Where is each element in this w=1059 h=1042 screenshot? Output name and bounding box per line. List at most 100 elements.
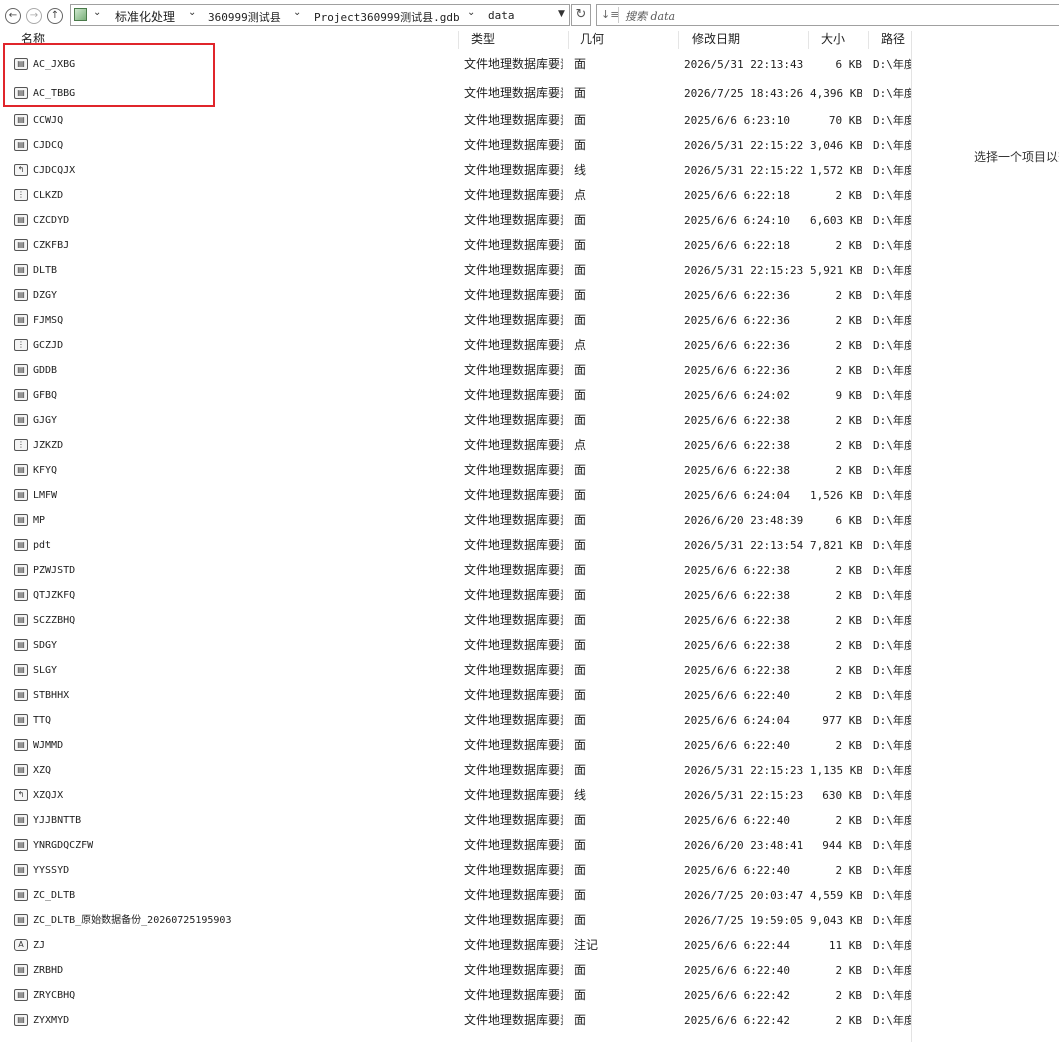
file-geometry: 面 (574, 288, 587, 302)
file-geometry: 面 (574, 513, 587, 527)
file-path: D:\年度 (873, 139, 911, 152)
file-modified-date: 2025/6/6 6:22:36 (684, 289, 790, 302)
forward-button[interactable]: → (26, 8, 42, 24)
file-name: WJMMD (33, 740, 64, 751)
file-type: 文件地理数据库要素类 (464, 863, 563, 877)
file-name: GFBQ (33, 390, 58, 401)
column-divider[interactable] (808, 31, 809, 49)
table-row[interactable]: ▤ QTJZKFQ 文件地理数据库要素类面 2025/6/6 6:22:38 2 KB D… (0, 583, 911, 608)
polygon-layer-icon: ▤ (14, 87, 28, 99)
file-type: 文件地理数据库要素类 (464, 638, 563, 652)
table-row[interactable]: ▤ ZRBHD 文件地理数据库要素类面 2025/6/6 6:22:40 2 KB D:\… (0, 958, 911, 983)
column-header-type[interactable]: 类型 (471, 31, 495, 49)
file-size: 9 KB (835, 389, 863, 402)
table-row[interactable]: ▤ CZCDYD 文件地理数据库要素类面 2025/6/6 6:24:10 6,603 … (0, 208, 911, 233)
table-row[interactable]: ▤ ZRYCBHQ 文件地理数据库要素类面 2025/6/6 6:22:42 2 KB D… (0, 983, 911, 1008)
file-name: GCZJD (33, 340, 64, 351)
file-geometry: 面 (574, 638, 587, 652)
breadcrumb-item[interactable]: data (488, 9, 515, 22)
up-button[interactable]: ↑ (47, 8, 63, 24)
file-name: AC_JXBG (33, 59, 76, 70)
address-bar[interactable]: ⌄ 标准化处理 ⌄ 360999测试县 ⌄ Project360999测试县.g… (70, 4, 570, 26)
chevron-down-icon[interactable]: ⌄ (188, 7, 196, 18)
table-row[interactable]: ▤ PZWJSTD 文件地理数据库要素类面 2025/6/6 6:22:38 2 KB D… (0, 558, 911, 583)
back-arrow-icon: ← (8, 10, 18, 21)
table-row[interactable]: ⋮ JZKZD 文件地理数据库要素类点 2025/6/6 6:22:38 2 KB D:\… (0, 433, 911, 458)
table-row[interactable]: ▤ CZKFBJ 文件地理数据库要素类面 2025/6/6 6:22:18 2 KB D:… (0, 233, 911, 258)
column-header-size[interactable]: 大小 (821, 31, 845, 49)
table-row[interactable]: ▤ DLTB 文件地理数据库要素类面 2026/5/31 22:15:23 5,921 … (0, 258, 911, 283)
chevron-down-icon[interactable]: ⌄ (93, 7, 101, 18)
breadcrumb-item[interactable]: Project360999测试县.gdb (314, 9, 460, 25)
column-divider[interactable] (458, 31, 459, 49)
file-geometry: 面 (574, 1013, 587, 1027)
table-row[interactable]: ↰ XZQJX 文件地理数据库要素类线 2026/5/31 22:15:23 630 K… (0, 783, 911, 808)
table-row[interactable]: ▤ CCWJQ 文件地理数据库要素类面 2025/6/6 6:23:10 70 KB D:… (0, 108, 911, 133)
file-type: 文件地理数据库要素类 (464, 413, 563, 427)
refresh-button[interactable]: ↻ (571, 4, 591, 26)
column-header-date[interactable]: 修改日期 (692, 31, 740, 49)
table-row[interactable]: ▤ WJMMD 文件地理数据库要素类面 2025/6/6 6:22:40 2 KB D:\… (0, 733, 911, 758)
file-path: D:\年度 (873, 939, 911, 952)
table-row[interactable]: ▤ GFBQ 文件地理数据库要素类面 2025/6/6 6:24:02 9 KB D:\年… (0, 383, 911, 408)
file-size: 6 KB (835, 58, 863, 71)
column-header-name[interactable]: 名称 (21, 31, 45, 49)
column-divider[interactable] (678, 31, 679, 49)
table-row[interactable]: ▤ KFYQ 文件地理数据库要素类面 2025/6/6 6:22:38 2 KB D:\年… (0, 458, 911, 483)
table-row[interactable]: ▤ MP 文件地理数据库要素类面 2026/6/20 23:48:39 6 KB D:\年… (0, 508, 911, 533)
table-row[interactable]: ▤ AC_JXBG 文件地理数据库要素类面 2026/5/31 22:13:43 6 K… (0, 52, 911, 77)
back-button[interactable]: ← (5, 8, 21, 24)
file-type: 文件地理数据库要素类 (464, 788, 563, 802)
table-row[interactable]: ▤ SDGY 文件地理数据库要素类面 2025/6/6 6:22:38 2 KB D:\年… (0, 633, 911, 658)
table-row[interactable]: ▤ GDDB 文件地理数据库要素类面 2025/6/6 6:22:36 2 KB D:\年… (0, 358, 911, 383)
search-input[interactable]: 搜索 data (625, 8, 675, 24)
file-type: 文件地理数据库要素类 (464, 888, 563, 902)
column-divider[interactable] (868, 31, 869, 49)
chevron-down-icon[interactable]: ⌄ (293, 7, 301, 18)
table-row[interactable]: ▤ YNRGDQCZFW 文件地理数据库要素类面 2026/6/20 23:48:41… (0, 833, 911, 858)
polygon-layer-icon: ▤ (14, 589, 28, 601)
file-path: D:\年度 (873, 664, 911, 677)
file-size: 2 KB (835, 239, 863, 252)
table-row[interactable]: ▤ CJDCQ 文件地理数据库要素类面 2026/5/31 22:15:22 3,046… (0, 133, 911, 158)
dropdown-arrow-icon[interactable]: ▼ (558, 9, 565, 19)
table-row[interactable]: ▤ SCZZBHQ 文件地理数据库要素类面 2025/6/6 6:22:38 2 KB D… (0, 608, 911, 633)
file-modified-date: 2025/6/6 6:22:40 (684, 864, 790, 877)
table-row[interactable]: ▤ AC_TBBG 文件地理数据库要素类面 2026/7/25 18:43:26 4,3… (0, 81, 911, 106)
file-name: ZJ (33, 940, 46, 951)
breadcrumb-item[interactable]: 360999测试县 (208, 9, 281, 25)
table-row[interactable]: ▤ TTQ 文件地理数据库要素类面 2025/6/6 6:24:04 977 KB D:\… (0, 708, 911, 733)
table-row[interactable]: ▤ GJGY 文件地理数据库要素类面 2025/6/6 6:22:38 2 KB D:\年… (0, 408, 911, 433)
table-row[interactable]: ▤ YJJBNTTB 文件地理数据库要素类面 2025/6/6 6:22:40 2 KB… (0, 808, 911, 833)
search-box[interactable]: ↓≡ 搜索 data (596, 4, 1059, 26)
table-row[interactable]: ▤ DZGY 文件地理数据库要素类面 2025/6/6 6:22:36 2 KB D:\年… (0, 283, 911, 308)
table-row[interactable]: ▤ YYSSYD 文件地理数据库要素类面 2025/6/6 6:22:40 2 KB D:… (0, 858, 911, 883)
file-modified-date: 2026/5/31 22:15:23 (684, 764, 804, 777)
chevron-down-icon[interactable]: ⌄ (467, 7, 475, 18)
file-modified-date: 2025/6/6 6:24:10 (684, 214, 790, 227)
column-header-geometry[interactable]: 几何 (580, 31, 604, 49)
table-row[interactable]: ▤ ZC_DLTB_原始数据备份_20260725195903 文件地理数据库要素类… (0, 908, 911, 933)
up-arrow-icon: ↑ (50, 10, 60, 21)
table-row[interactable]: ▤ ZC_DLTB 文件地理数据库要素类面 2026/7/25 20:03:47 4,5… (0, 883, 911, 908)
table-row[interactable]: ⋮ CLKZD 文件地理数据库要素类点 2025/6/6 6:22:18 2 KB D:\… (0, 183, 911, 208)
table-row[interactable]: ▤ XZQ 文件地理数据库要素类面 2026/5/31 22:15:23 1,135 K… (0, 758, 911, 783)
breadcrumb-item[interactable]: 标准化处理 (115, 8, 175, 25)
column-header-path[interactable]: 路径 (881, 31, 905, 49)
file-name: pdt (33, 540, 52, 551)
column-divider[interactable] (568, 31, 569, 49)
table-row[interactable]: ▤ ZYXMYD 文件地理数据库要素类面 2025/6/6 6:22:42 2 KB D:… (0, 1008, 911, 1033)
polygon-layer-icon: ▤ (14, 239, 28, 251)
table-row[interactable]: ▤ FJMSQ 文件地理数据库要素类面 2025/6/6 6:22:36 2 KB D:\… (0, 308, 911, 333)
table-row[interactable]: ▤ STBHHX 文件地理数据库要素类面 2025/6/6 6:22:40 2 KB D:… (0, 683, 911, 708)
table-row[interactable]: ▤ LMFW 文件地理数据库要素类面 2025/6/6 6:24:04 1,526 KB… (0, 483, 911, 508)
file-name: AC_TBBG (33, 88, 76, 99)
table-row[interactable]: ↰ CJDCQJX 文件地理数据库要素类线 2026/5/31 22:15:22 1,5… (0, 158, 911, 183)
sort-icon[interactable]: ↓≡ (601, 8, 619, 21)
table-row[interactable]: ▤ pdt 文件地理数据库要素类面 2026/5/31 22:13:54 7,821 K… (0, 533, 911, 558)
table-row[interactable]: A ZJ 文件地理数据库要素类注记 2025/6/6 6:22:44 11 KB D:\年… (0, 933, 911, 958)
file-type: 文件地理数据库要素类 (464, 463, 563, 477)
table-row[interactable]: ▤ SLGY 文件地理数据库要素类面 2025/6/6 6:22:38 2 KB D:\年… (0, 658, 911, 683)
table-row[interactable]: ⋮ GCZJD 文件地理数据库要素类点 2025/6/6 6:22:36 2 KB D:\… (0, 333, 911, 358)
navigation-toolbar: ← → ↑ ⌄ 标准化处理 ⌄ 360999测试县 ⌄ Project36099… (0, 0, 1059, 31)
